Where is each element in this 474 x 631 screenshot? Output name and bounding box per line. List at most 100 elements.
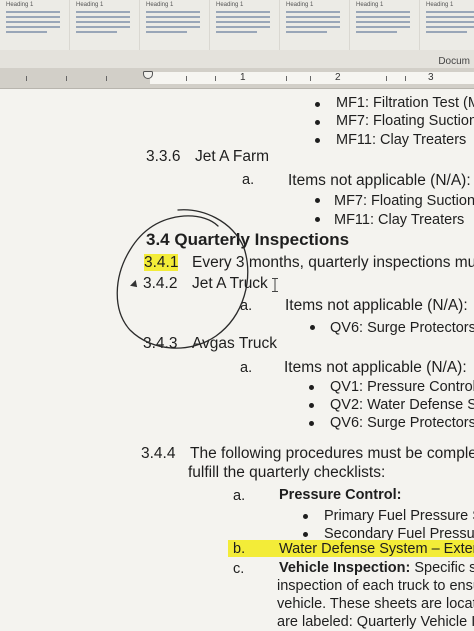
list-item: QV2: Water Defense Syst (330, 397, 474, 413)
document-tab[interactable]: Docum (438, 56, 470, 67)
style-name: Heading 1 (216, 2, 244, 8)
style-preview-line (286, 26, 341, 28)
bullet-icon (309, 403, 314, 408)
style-tile[interactable]: Heading 1 (140, 0, 210, 50)
style-preview-line (356, 16, 411, 18)
style-tile[interactable]: Heading 1 (0, 0, 70, 50)
list-item: MF7: Floating Suction (336, 113, 474, 129)
document-page[interactable]: MF1: Filtration Test (Mil MF7: Floating … (0, 89, 474, 631)
style-name: Heading 1 (356, 2, 384, 8)
ruler-tick (186, 76, 187, 81)
collapse-arrow-icon[interactable] (130, 280, 140, 290)
list-item: Items not applicable (N/A): (284, 359, 467, 376)
section-number: 3.4.3 (143, 335, 178, 352)
style-preview-line (6, 31, 48, 33)
style-preview-line (426, 16, 474, 18)
style-preview-line (426, 31, 468, 33)
style-preview-line (286, 21, 341, 23)
style-preview-line (216, 21, 271, 23)
section-title: Jet A Truck (192, 275, 268, 292)
style-preview-line (216, 31, 258, 33)
bold-run: Vehicle Inspection: (279, 560, 411, 576)
ruler-tick (405, 76, 406, 81)
list-letter: a. (233, 488, 246, 504)
ruler-text-area (150, 72, 474, 84)
style-preview-line (426, 11, 474, 13)
style-preview-line (6, 11, 61, 13)
style-name: Heading 1 (76, 2, 104, 8)
paragraph-text: vehicle. These sheets are locate (277, 596, 474, 612)
bullet-icon (315, 198, 320, 203)
horizontal-ruler[interactable]: 1 2 3 (0, 68, 474, 89)
list-item: MF11: Clay Treaters (334, 212, 465, 228)
style-preview-line (356, 21, 411, 23)
section-number: 3.4.2 (143, 275, 178, 292)
ruler-number: 2 (335, 72, 341, 83)
paragraph-text: Every 3 months, quarterly inspections mu (192, 254, 474, 271)
list-letter: c. (233, 561, 245, 577)
styles-gallery: Heading 1 Heading 1 Heading 1 Heading 1 Head… (0, 0, 474, 51)
ruler-tick (386, 76, 387, 81)
list-item: Items not applicable (N/A): (285, 297, 468, 314)
style-preview-line (216, 11, 271, 13)
style-preview-line (216, 16, 271, 18)
ruler-tick (215, 76, 216, 81)
list-item: QV1: Pressure Control (330, 379, 474, 395)
style-preview-line (426, 21, 474, 23)
style-preview-line (76, 31, 118, 33)
style-preview-line (76, 16, 131, 18)
paragraph-text: are labeled: Quarterly Vehicle In (277, 614, 474, 630)
style-preview-line (356, 31, 398, 33)
style-preview-line (356, 11, 411, 13)
style-preview-line (286, 31, 328, 33)
list-item: Pressure Control: (279, 487, 402, 503)
ribbon-lower-band (0, 50, 474, 68)
style-preview-line (76, 21, 131, 23)
style-preview-line (146, 21, 201, 23)
style-name: Heading 1 (426, 2, 454, 8)
ruler-tick (26, 76, 27, 81)
list-letter: a. (240, 298, 253, 314)
bullet-icon (303, 514, 308, 519)
text-run: Specific s (410, 560, 474, 576)
style-preview-line (146, 16, 201, 18)
list-item: Items not applicable (N/A): (288, 172, 471, 189)
style-tile[interactable]: Heading 1 (70, 0, 140, 50)
list-item: QV6: Surge Protectors (330, 320, 474, 336)
bullet-icon (315, 217, 320, 222)
style-tile[interactable]: Heading 1 (280, 0, 350, 50)
style-preview-line (146, 26, 201, 28)
style-tile[interactable]: Heading 1 (210, 0, 280, 50)
ruler-tick (106, 76, 107, 81)
style-preview-line (426, 26, 474, 28)
section-number: 3.4.1 (144, 254, 179, 271)
list-letter: a. (242, 172, 255, 188)
style-tile[interactable]: Heading 1 (420, 0, 474, 50)
style-name: Heading 1 (146, 2, 174, 8)
style-preview-line (146, 11, 201, 13)
style-preview-line (6, 26, 61, 28)
style-tile[interactable]: Heading 1 (350, 0, 420, 50)
text-cursor-icon (272, 278, 278, 292)
ruler-number: 1 (240, 72, 246, 83)
style-preview-line (76, 26, 131, 28)
paragraph-text: fulfill the quarterly checklists: (188, 464, 386, 481)
ruler-tick (310, 76, 311, 81)
section-title: Jet A Farm (195, 148, 270, 165)
section-number: 3.3.6 (146, 148, 181, 165)
list-item: MF7: Floating Suction (334, 193, 474, 209)
section-number: 3.4.4 (141, 445, 176, 462)
paragraph-text: The following procedures must be comple (190, 445, 474, 462)
style-preview-line (76, 11, 131, 13)
heading-3-4: 3.4 Quarterly Inspections (146, 230, 350, 249)
list-item: MF11: Clay Treaters (336, 132, 467, 148)
list-letter: a. (240, 360, 253, 376)
style-preview-line (216, 26, 271, 28)
list-item: Primary Fuel Pressure Set (324, 508, 474, 524)
style-preview-line (6, 16, 61, 18)
bullet-icon (315, 102, 320, 107)
ruler-number: 3 (428, 72, 434, 83)
ruler-tick (66, 76, 67, 81)
bullet-icon (315, 120, 320, 125)
style-preview-line (286, 16, 341, 18)
